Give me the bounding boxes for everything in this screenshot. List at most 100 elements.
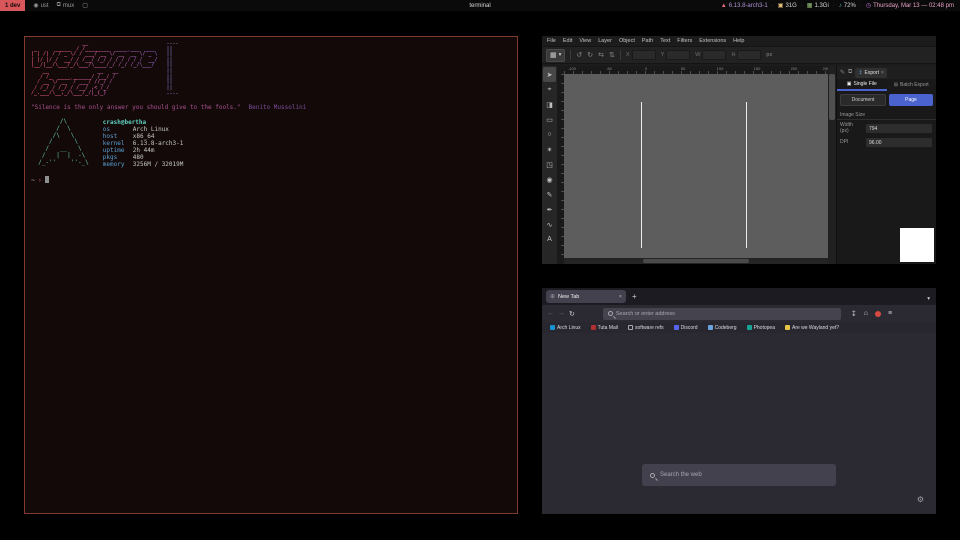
h-input[interactable] <box>737 50 761 60</box>
downloads-icon[interactable]: ↧ <box>851 310 857 318</box>
width-label: Width (px) <box>840 123 862 134</box>
tab-label: Single File <box>853 81 876 87</box>
rotate-cw-icon[interactable]: ↻ <box>587 51 593 59</box>
selector-tool-icon[interactable]: ➤ <box>543 67 556 82</box>
text-cursor <box>45 176 49 183</box>
prompt-symbol: › <box>38 176 42 184</box>
terminal-window[interactable]: __ .... _ _____ / /________ ____ ___ ___… <box>24 36 518 514</box>
horizontal-ruler[interactable]: -100 -50 0 50 100 150 200 250 <box>564 66 828 74</box>
bookmark-discord[interactable]: Discord <box>674 325 698 331</box>
reload-button[interactable]: ↻ <box>569 310 575 318</box>
bookmark-folder-software-refs[interactable]: software refs <box>628 325 664 331</box>
back-button[interactable]: ← <box>547 310 554 317</box>
box-3d-tool-icon[interactable]: ◳ <box>543 157 556 172</box>
export-preview-thumbnail <box>900 228 934 262</box>
w-input[interactable] <box>702 50 726 60</box>
search-icon <box>650 473 655 478</box>
tool-controls-bar: ▦ ▾ ↺ ↻ ⇆ ⇅ X Y W H px <box>542 46 936 64</box>
fetch-value: 480 <box>133 154 144 161</box>
menu-help[interactable]: Help <box>733 38 744 44</box>
url-bar[interactable]: Search or enter address <box>603 308 841 320</box>
personalize-gear-icon[interactable]: ⚙ <box>917 495 924 504</box>
edit-dialog-icon[interactable]: ✎ <box>840 69 845 76</box>
inkscape-window[interactable]: File Edit View Layer Object Path Text Fi… <box>542 36 936 264</box>
memory-icon: ▦ <box>807 2 813 9</box>
ellipse-tool-icon[interactable]: ○ <box>543 127 556 142</box>
page-mode-button[interactable]: Page <box>889 94 933 106</box>
kernel-segment: ▲ 6.13.8-arch3-1 <box>721 3 768 9</box>
vertical-scrollbar[interactable] <box>828 66 836 264</box>
export-mode-tabs: ▣ Single File ⊞ Batch Export <box>837 79 936 91</box>
text-tool-icon[interactable]: A <box>543 232 556 247</box>
inkscape-body: ➤ ⌖ ◨ ▭ ○ ✶ ◳ ◉ ✎ ✒ ∿ A -100 -50 0 50 10… <box>542 66 936 264</box>
disk-segment: ▣ 31G <box>778 2 797 9</box>
scrollbar-thumb[interactable] <box>643 259 749 263</box>
home-icon[interactable]: ⌂ <box>864 310 868 317</box>
image-icon: ▣ <box>847 81 852 87</box>
web-search-box[interactable]: Search the web <box>642 464 836 486</box>
dpi-input[interactable]: 96.00 <box>865 137 933 148</box>
menu-edit[interactable]: Edit <box>563 38 572 44</box>
menu-icon[interactable]: ≡ <box>888 310 892 317</box>
quote-line: "Silence is the only answer you should g… <box>31 104 511 111</box>
export-dialog-tab[interactable]: ↥ Export × <box>855 68 887 78</box>
node-editor-tool-icon[interactable]: ⌖ <box>543 82 556 97</box>
tab-batch-export[interactable]: ⊞ Batch Export <box>887 79 937 91</box>
disk-icon: ▣ <box>778 2 784 9</box>
menu-filters[interactable]: Filters <box>677 38 692 44</box>
calligraphy-tool-icon[interactable]: ∿ <box>543 217 556 232</box>
pencil-tool-icon[interactable]: ✎ <box>543 187 556 202</box>
export-tab-title: Export <box>865 70 879 76</box>
duplicate-dialog-icon[interactable]: ⧉ <box>848 69 852 76</box>
y-input[interactable] <box>666 50 690 60</box>
menu-extensions[interactable]: Extensions <box>699 38 726 44</box>
globe-icon: ⊕ <box>550 293 555 300</box>
star-tool-icon[interactable]: ✶ <box>543 142 556 157</box>
new-tab-button[interactable]: + <box>632 290 637 303</box>
tab-single-file[interactable]: ▣ Single File <box>837 79 887 91</box>
drawing-canvas[interactable] <box>564 74 828 258</box>
volume-level: 72% <box>844 3 856 9</box>
vertical-ruler[interactable] <box>557 74 564 258</box>
tab-close-icon[interactable]: × <box>619 294 622 300</box>
url-placeholder: Search or enter address <box>616 311 675 317</box>
forward-button[interactable]: → <box>558 310 565 317</box>
select-mode-dropdown[interactable]: ▦ ▾ <box>546 49 565 62</box>
width-input[interactable]: 794 <box>865 123 933 134</box>
bookmark-photopea[interactable]: Photopea <box>747 325 775 331</box>
ruler-label: 0 <box>645 66 647 71</box>
photopea-favicon <box>747 325 752 330</box>
bookmark-are-we-wayland-yet[interactable]: Are we Wayland yet? <box>785 325 839 331</box>
codeberg-favicon <box>708 325 713 330</box>
document-mode-button[interactable]: Document <box>840 94 886 106</box>
menu-view[interactable]: View <box>579 38 591 44</box>
fetch-row-os: os Arch Linux <box>103 126 184 133</box>
list-all-tabs-icon[interactable]: ▾ <box>927 296 930 302</box>
y-field: Y <box>661 50 691 60</box>
menu-path[interactable]: Path <box>642 38 653 44</box>
scrollbar-thumb[interactable] <box>829 74 835 120</box>
flip-horizontal-icon[interactable]: ⇆ <box>598 51 604 59</box>
bookmark-tuta-mail[interactable]: Tuta Mail <box>591 325 618 331</box>
horizontal-scrollbar[interactable] <box>564 258 828 264</box>
shape-builder-tool-icon[interactable]: ◨ <box>543 97 556 112</box>
x-input[interactable] <box>632 50 656 60</box>
pen-tool-icon[interactable]: ✒ <box>543 202 556 217</box>
menu-file[interactable]: File <box>547 38 556 44</box>
flip-vertical-icon[interactable]: ⇅ <box>609 51 615 59</box>
rotate-ccw-icon[interactable]: ↺ <box>576 51 582 59</box>
menu-object[interactable]: Object <box>619 38 635 44</box>
shell-prompt[interactable]: ~ › <box>31 176 511 184</box>
spiral-tool-icon[interactable]: ◉ <box>543 172 556 187</box>
close-icon[interactable]: × <box>881 70 884 76</box>
extension-icon[interactable] <box>875 311 881 317</box>
units-dropdown[interactable]: px <box>766 52 772 58</box>
bookmark-codeberg[interactable]: Codeberg <box>708 325 737 331</box>
active-tab[interactable]: ⊕ New Tab × <box>546 290 626 303</box>
rectangle-tool-icon[interactable]: ▭ <box>543 112 556 127</box>
menu-layer[interactable]: Layer <box>598 38 612 44</box>
browser-window[interactable]: ⊕ New Tab × + ▾ ← → ↻ Search or enter ad… <box>542 288 936 514</box>
menu-text[interactable]: Text <box>660 38 670 44</box>
fetch-row-pkgs: pkgs 480 <box>103 154 184 161</box>
bookmark-arch-linux[interactable]: Arch Linux <box>550 325 581 331</box>
